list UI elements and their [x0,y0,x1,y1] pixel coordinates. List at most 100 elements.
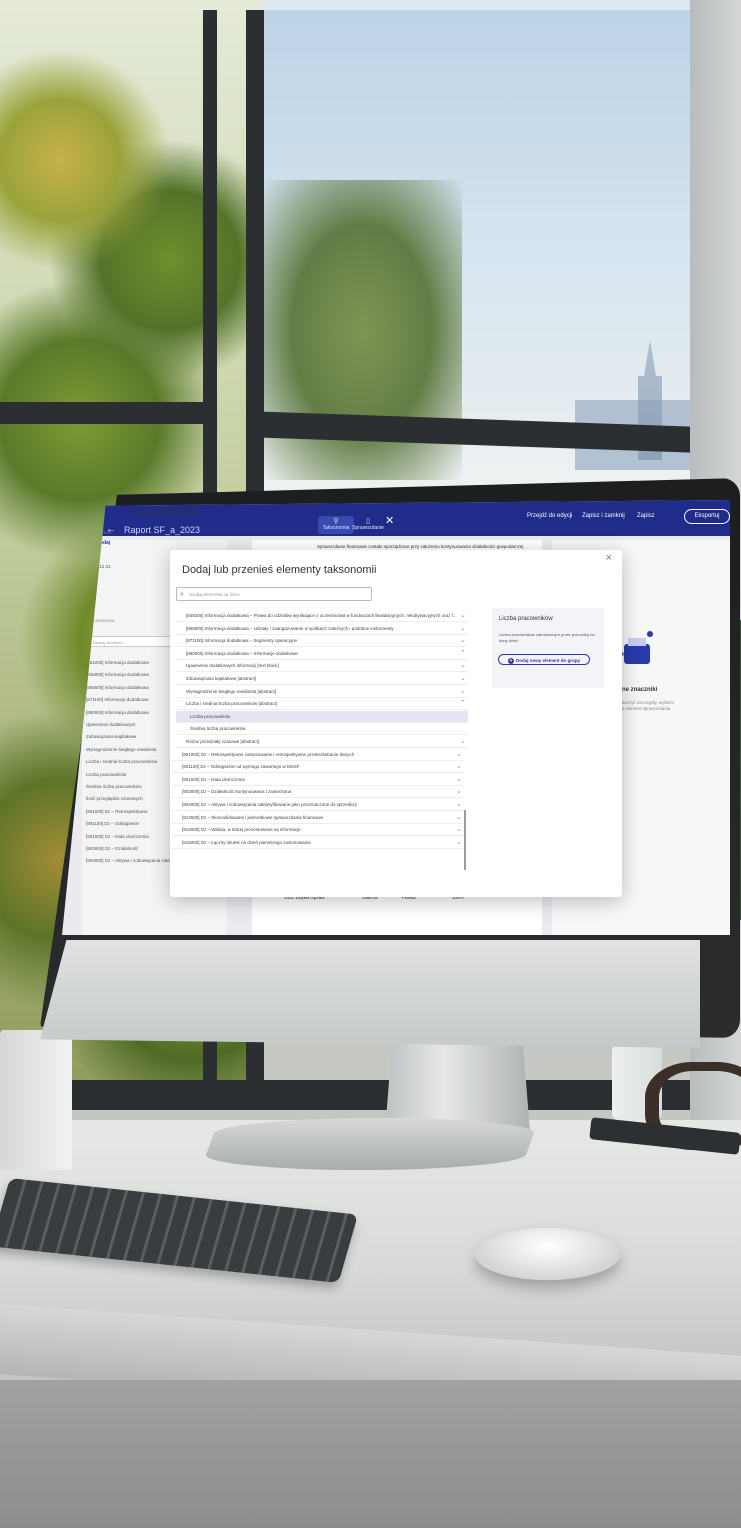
chevron-down-icon[interactable]: ⌄ [460,636,466,644]
tag-list-item[interactable]: Ujawnienie dodatkowych [86,722,136,727]
element-detail-title: Liczba pracowników [499,616,553,622]
tree-item[interactable]: Wynagrodzenie biegłego rewidenta [abstra… [176,686,468,698]
tree-item[interactable]: [848200] Informacja dodatkowa – Prawa do… [176,610,468,622]
tree-item-label: [903000] Dz – Działalność kontynuowana i… [182,789,292,795]
search-placeholder: Szukaj elementu na liście [189,592,240,597]
tag-list-item[interactable]: Liczba pracowników [86,772,126,777]
save-button[interactable]: Zapisz [637,513,655,519]
chevron-down-icon[interactable]: ⌄ [456,750,462,758]
chevron-up-icon[interactable]: ⌃ [460,649,466,657]
tag-list-item[interactable]: [871100] Informacja dodatkowa [86,697,148,702]
chevron-down-icon[interactable]: ⌄ [456,762,462,770]
taxonomy-search-input[interactable]: ⌕ Szukaj elementu na liście [176,587,372,601]
tree-item-label: Wynagrodzenie biegłego rewidenta [abstra… [186,688,277,694]
tag-list-item[interactable]: [903000] Dz – Działalność [86,846,138,851]
tree-item-label: Zobowiązania kapitałowe [abstract] [186,676,257,681]
tree-item-label: [904000] Dz – Aktywa i zobowiązania zakl… [182,802,358,807]
tree-item[interactable]: [915000] Dz – Łączny skutek na dzień pie… [172,837,464,849]
tree-item-label: [913000] Dz – Skonsolidowane i jednostko… [182,814,324,820]
desk-side [0,1380,741,1528]
tag-list-item[interactable]: Wynagrodzenie biegłego rewidenta [86,747,156,752]
tree-item[interactable]: [901000] Dz – Retrospektywne zastosowani… [172,749,464,761]
tree-item[interactable]: Liczba i średnia liczba pracowników [abs… [176,698,468,711]
tree-item-label: [915000] Dz – Łączny skutek na dzień pie… [182,839,311,845]
tree-item-label: Różne przedziały czasowe [abstract] [186,739,260,744]
tree-item-selected[interactable]: Liczba pracowników [176,710,468,723]
chevron-down-icon[interactable]: ⌄ [456,787,462,795]
chevron-down-icon[interactable]: ⌄ [456,800,462,808]
tag-list-item[interactable]: Średnia liczba pracowników [86,784,142,789]
chevron-down-icon[interactable]: ⌄ [456,825,462,833]
chevron-down-icon[interactable]: ⌄ [460,611,466,619]
document-title: Raport SF_a_2023 [124,525,201,535]
close-icon[interactable]: × [606,552,612,564]
add-to-group-button[interactable]: + Dodaj nowy element do grupy [498,654,590,665]
tree-item-label: Liczba pracowników [190,713,231,719]
window-frame-horizontal [0,402,205,424]
tree-item[interactable]: Ujawnienie dodatkowych informacji [text … [176,660,468,673]
add-to-group-label: Dodaj nowy element do grupy [515,658,580,663]
save-and-close-button[interactable]: Zapisz i zamknij [582,513,625,519]
tree-item-label: [901100] Dz – Odstąpienie od wymogu zawa… [182,764,300,770]
tag-list-title: Lista znaczników XBRL [132,510,200,516]
chevron-down-icon[interactable]: ⌄ [460,624,466,632]
tree-item[interactable]: Zobowiązania kapitałowe [abstract] ⌄ [176,673,468,685]
tag-list-item[interactable]: [901000] Dz – Retrospektywne [86,809,148,814]
tag-list-item[interactable]: [846000] Informacja dodatkowa [86,672,149,677]
tag-list-item[interactable]: Ilość przeglądów czasowych [86,796,143,801]
chevron-down-icon[interactable]: ⌄ [456,775,462,783]
chevron-down-icon[interactable]: ⌄ [456,813,462,821]
element-detail-panel: Liczba pracowników Liczba pracowników za… [492,608,604,688]
tree-item[interactable]: [868000] Informacja dodatkowa – Udziały … [176,623,468,635]
tag-list-item[interactable]: [868500] Informacja dodatkowa [86,685,149,690]
tab-sprawozdanie[interactable]: ▯ Sprawozdanie [350,516,386,534]
tree-item[interactable]: [901500] Dz – Data ukończenia ⌄ [172,774,464,786]
monitor-stand-foot [200,1118,540,1170]
chevron-down-icon[interactable]: ⌄ [460,661,466,669]
plus-icon: + [507,658,514,664]
tree-item-label: [914000] Dz – Waluta, w której prezentow… [182,827,301,833]
tree-item[interactable]: [914000] Dz – Waluta, w której prezentow… [172,824,464,837]
monitor-screen: ← Raport SF_a_2023 ⚲ Taksonomia ▯ Sprawo… [62,500,730,935]
tree-item[interactable]: [901100] Dz – Odstąpienie od wymogu zawa… [172,761,464,774]
tab-taksonomia[interactable]: ⚲ Taksonomia [318,516,354,534]
tree-item[interactable]: [871100] Informacja dodatkowa – Segmenty… [176,635,468,648]
tree-item[interactable]: [904000] Dz – Aktywa i zobowiązania zakl… [172,799,464,811]
window-sill [0,1080,700,1110]
tree-item-label: Średnia liczba pracowników [190,726,246,732]
tree-scrollbar[interactable] [464,810,466,870]
chevron-down-icon[interactable]: ⌄ [460,687,466,695]
search-icon: ⌕ [180,591,184,598]
tree-item-label: Liczba i średnia liczba pracowników [abs… [186,701,278,707]
tag-list-item[interactable]: [901100] Dz – Odstąpienie [86,821,139,826]
chevron-down-icon[interactable]: ⌄ [460,737,466,745]
mouse [475,1228,620,1280]
tag-list-item[interactable]: [901500] Dz – Data ukończenia [86,834,149,839]
close-icon[interactable]: ✕ [385,514,394,527]
tree-item-label: [901500] Dz – Data ukończenia [182,776,245,782]
tree-item[interactable]: [913000] Dz – Skonsolidowane i jednostko… [172,812,464,824]
taxonomy-modal: Dodaj lub przenieś elementy taksonomii ×… [170,550,622,897]
document-icon: ▯ [366,518,370,525]
chevron-down-icon[interactable]: ⌄ [460,674,466,682]
tree-item[interactable]: Średnia liczba pracowników [176,723,468,736]
tab-label: Sprawozdanie [352,525,384,531]
taxonomy-icon: ⚲ [333,518,339,525]
tag-list-item[interactable]: Liczba i średnia liczba pracowników [86,759,157,764]
modal-title: Dodaj lub przenieś elementy taksonomii [182,564,377,576]
tag-list-item[interactable]: [880000] Informacja dodatkowa [86,710,149,715]
edit-button[interactable]: Przejdź do edycji [527,513,572,519]
tab-label: Taksonomia [322,525,350,531]
tree-item[interactable]: [880000] Informacja dodatkowa – Informac… [176,648,468,660]
tree-item-label: [880000] Informacja dodatkowa – Informac… [186,650,298,656]
tag-list-item[interactable]: Zobowiązania kapitałowe [86,734,136,739]
tree-item-label: [871100] Informacja dodatkowa – Segmenty… [186,638,297,644]
tag-list-item[interactable]: [861200] Informacja dodatkowa [86,660,149,665]
chevron-down-icon[interactable]: ⌄ [456,838,462,846]
taxonomy-tree: [848200] Informacja dodatkowa – Prawa do… [170,610,470,900]
tree-item-label: [901000] Dz – Retrospektywne zastosowani… [182,751,355,757]
chevron-up-icon[interactable]: ⌃ [460,699,466,707]
export-button[interactable]: Eksportuj [684,509,730,524]
tree-item[interactable]: [903000] Dz – Działalność kontynuowana i… [172,786,464,799]
tree-item[interactable]: Różne przedziały czasowe [abstract] ⌄ [176,736,468,748]
